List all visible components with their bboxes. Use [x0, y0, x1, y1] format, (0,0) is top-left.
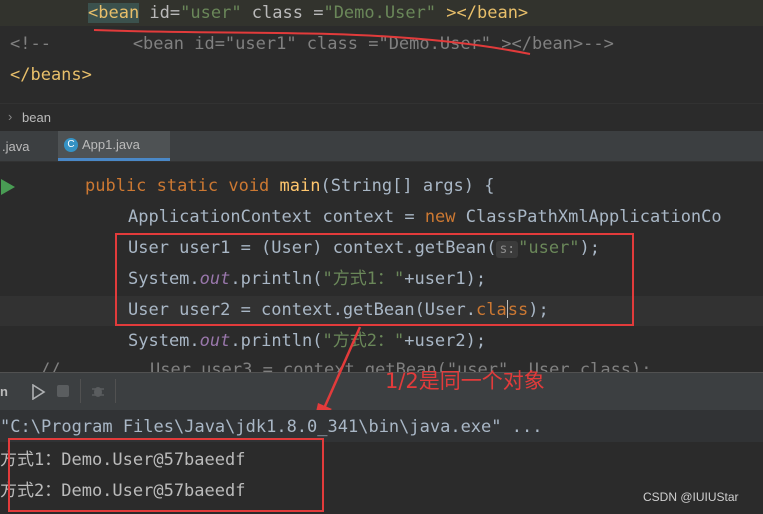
xml-editor[interactable]: <bean id="user" class ="Demo.User" ></be… [0, 0, 763, 100]
output-highlight-box [8, 438, 324, 512]
debug-bug-icon[interactable] [90, 383, 106, 399]
run-toolbar: n [0, 372, 763, 411]
class-c-icon: C [64, 137, 78, 152]
stop-icon[interactable] [57, 385, 69, 397]
red-underline-annotation [93, 29, 531, 55]
annotation-text: 1/2是同一个对象 [385, 369, 545, 393]
xml-line-beans-close[interactable]: </beans> [10, 65, 92, 85]
code-line-print2[interactable]: System.out.println("方式2："+user2); [128, 331, 486, 351]
toolbar-divider [80, 379, 81, 403]
tab-previous-file[interactable]: .java [0, 131, 48, 161]
run-tab-label[interactable]: n [0, 384, 8, 399]
console-command-line: "C:\Program Files\Java\jdk1.8.0_341\bin\… [0, 417, 543, 437]
code-line-comment-slashes: // [40, 360, 61, 372]
breadcrumb: › bean [0, 103, 763, 130]
toolbar-divider [115, 379, 116, 403]
tab-app1-java[interactable]: C App1.java [58, 131, 170, 161]
watermark: CSDN @IUIUStar [643, 490, 739, 504]
rerun-icon[interactable] [30, 384, 46, 400]
code-line-main[interactable]: public static void main(String[] args) { [85, 176, 495, 196]
code-highlight-box [115, 233, 634, 326]
code-line-context[interactable]: ApplicationContext context = new ClassPa… [128, 207, 722, 227]
editor-tab-bar: .java C App1.java [0, 131, 763, 162]
tab-label: .java [2, 138, 30, 154]
tab-label: App1.java [82, 137, 140, 152]
xml-line-bean[interactable]: <bean id="user" class ="Demo.User" ></be… [88, 3, 528, 23]
run-gutter-icon[interactable] [0, 178, 16, 196]
breadcrumb-chevron: › [8, 109, 13, 124]
breadcrumb-item-bean[interactable]: bean [22, 110, 51, 125]
